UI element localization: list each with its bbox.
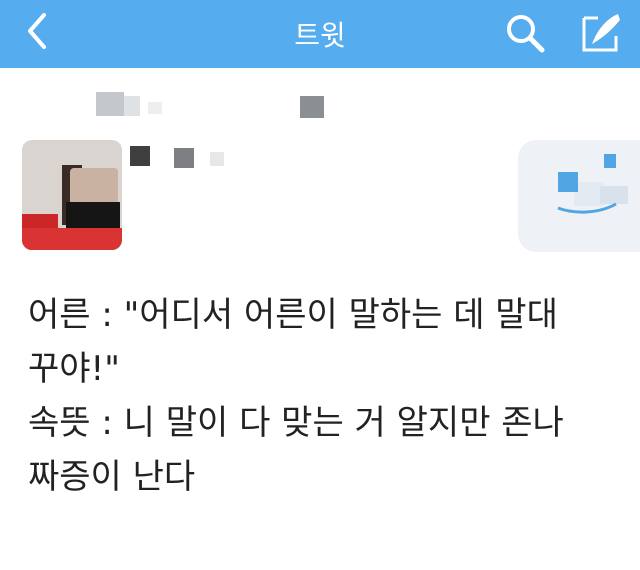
link-icon <box>557 202 617 214</box>
compose-feather-icon <box>582 14 620 52</box>
avatar[interactable] <box>22 140 122 250</box>
tweet-line: 짜증이 난다 <box>28 457 196 497</box>
redacted-handle-block <box>174 148 194 168</box>
tweet-text: 어른 : "어디서 어른이 말하는 데 말대 꾸야!" 속뜻 : 니 말이 다 … <box>28 288 628 504</box>
top-navigation-bar: 트윗 <box>0 0 640 68</box>
attached-media-thumbnail[interactable] <box>518 140 640 252</box>
search-button[interactable] <box>500 8 550 58</box>
search-icon <box>507 15 545 53</box>
redacted-username-block <box>96 92 124 116</box>
redacted-username-block <box>148 102 162 114</box>
redacted-username-block <box>300 96 324 118</box>
tweet-line: 어른 : "어디서 어른이 말하는 데 말대 <box>28 295 558 335</box>
tweet-line: 꾸야!" <box>28 349 120 389</box>
compose-button[interactable] <box>574 6 628 60</box>
redacted-username-block <box>124 96 140 116</box>
tweet-line: 속뜻 : 니 말이 다 맞는 거 알지만 존나 <box>28 403 564 443</box>
redacted-handle-block <box>130 146 150 166</box>
redacted-handle-block <box>210 152 224 166</box>
